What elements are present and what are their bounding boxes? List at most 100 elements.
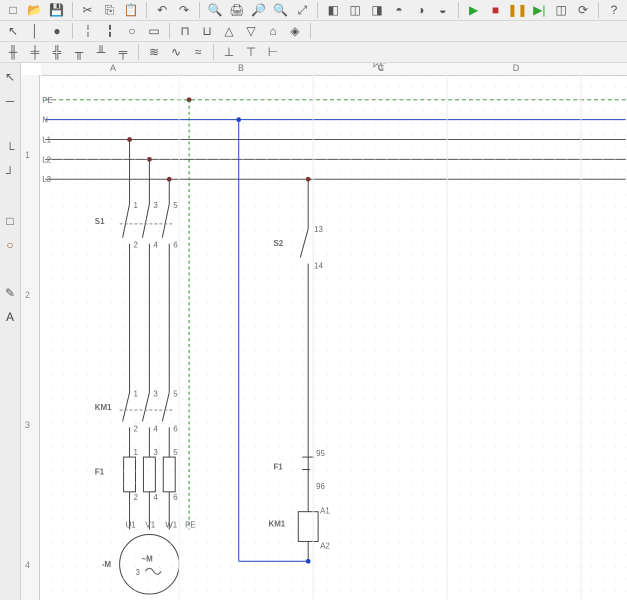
comp-c-icon[interactable]: △ [218, 21, 240, 41]
align-middle-icon[interactable]: ◑ [410, 0, 432, 20]
zoom-in-icon: 🔍 [207, 4, 222, 16]
toolbar-separator [146, 2, 147, 18]
sim-step-icon: ▶| [533, 4, 545, 16]
e8-icon[interactable]: ∿ [165, 42, 187, 62]
e1-icon: ╫ [9, 46, 18, 58]
help-icon[interactable]: ? [603, 0, 625, 20]
e1-icon[interactable]: ╫ [2, 42, 24, 62]
e7-icon[interactable]: ≋ [143, 42, 165, 62]
contact-nc-icon[interactable]: ╏ [99, 21, 121, 41]
sim-config-icon: ◫ [556, 4, 567, 16]
align-left-icon: ◧ [328, 4, 339, 16]
comp-e-icon[interactable]: ⌂ [262, 21, 284, 41]
e5-icon[interactable]: ╨ [90, 42, 112, 62]
text-tool-icon[interactable]: A [0, 307, 21, 327]
e2-icon: ╪ [31, 46, 40, 58]
contact-no-icon: ╎ [84, 25, 91, 37]
zoom-fit-icon: ⤢ [298, 4, 308, 16]
align-right-icon[interactable]: ◨ [366, 0, 388, 20]
new-file-icon[interactable]: □ [2, 0, 24, 20]
open-file-icon[interactable]: 📂 [24, 0, 46, 20]
row-header: 4 [25, 560, 30, 570]
relay-icon[interactable]: ▭ [143, 21, 165, 41]
comp-b-icon[interactable]: ⊔ [196, 21, 218, 41]
toolbar-separator [169, 23, 170, 39]
row-header: 3 [25, 420, 30, 430]
copy-icon[interactable]: ⎘ [99, 0, 121, 20]
cut-icon: ✂ [83, 4, 93, 16]
sim-reset-icon[interactable]: ⟳ [572, 0, 594, 20]
pointer-icon[interactable]: ↖ [2, 21, 24, 41]
redo-icon: ↷ [179, 4, 189, 16]
draw-tool-icon[interactable]: ✎ [0, 283, 21, 303]
print-icon: 🖨 [229, 4, 244, 16]
sim-play-icon[interactable]: ▶ [463, 0, 485, 20]
align-center-icon: ◫ [350, 4, 361, 16]
sim-stop-icon[interactable]: ■ [485, 0, 507, 20]
zoom-fit-icon[interactable]: ⤢ [292, 0, 314, 20]
e11-icon[interactable]: ⊤ [240, 42, 262, 62]
contact-nc-icon: ╏ [106, 25, 113, 37]
redo-icon[interactable]: ↷ [173, 0, 195, 20]
wire-icon[interactable]: │ [24, 21, 46, 41]
row-header: 2 [25, 290, 30, 300]
save-icon: 💾 [49, 4, 64, 16]
e8-icon: ∿ [171, 46, 181, 58]
undo-icon[interactable]: ↶ [151, 0, 173, 20]
junction-icon[interactable]: ● [46, 21, 68, 41]
align-top-icon: ◓ [395, 4, 402, 16]
align-top-icon[interactable]: ◓ [388, 0, 410, 20]
align-center-icon[interactable]: ◫ [344, 0, 366, 20]
side-toolbar: ↖ ─ └ ┘ □ ○ ✎ A [0, 63, 21, 600]
circle-tool-icon[interactable]: ○ [0, 235, 21, 255]
coil-icon[interactable]: ○ [121, 21, 143, 41]
e10-icon[interactable]: ⊥ [218, 42, 240, 62]
e9-icon: ≈ [195, 46, 202, 58]
select-tool-icon[interactable]: ↖ [0, 67, 21, 87]
paste-icon[interactable]: 📋 [120, 0, 142, 20]
toolbar-separator [213, 44, 214, 60]
toolbar-components: ↖ │ ● ╎ ╏ ○ ▭ ⊓⊔△▽ ⌂ ◈ [0, 21, 627, 42]
e4-icon[interactable]: ╥ [68, 42, 90, 62]
e2-icon[interactable]: ╪ [24, 42, 46, 62]
zoom-in-icon[interactable]: 🔍 [204, 0, 226, 20]
align-bottom-icon[interactable]: ◒ [432, 0, 454, 20]
e9-icon[interactable]: ≈ [187, 42, 209, 62]
line-tool-icon[interactable]: ─ [0, 91, 21, 111]
comp-d-icon[interactable]: ▽ [240, 21, 262, 41]
coil-icon: ○ [128, 25, 135, 37]
comp-f-icon[interactable]: ◈ [284, 21, 306, 41]
cut-icon[interactable]: ✂ [77, 0, 99, 20]
comp-e-icon: ⌂ [269, 25, 276, 37]
e7-icon: ≋ [149, 46, 159, 58]
rect-tool-icon[interactable]: □ [0, 211, 21, 231]
save-icon[interactable]: 💾 [46, 0, 68, 20]
e6-icon[interactable]: ╤ [112, 42, 134, 62]
sim-pause-icon: ❚❚ [507, 4, 527, 16]
align-right-icon: ◨ [371, 4, 382, 16]
sim-step-icon[interactable]: ▶| [528, 0, 550, 20]
drawing-area[interactable]: ABCDE 1234 PENL1L2L3121212U1343434V15656… [21, 63, 627, 600]
e3-icon[interactable]: ╬ [46, 42, 68, 62]
contact-no-icon[interactable]: ╎ [77, 21, 99, 41]
e12-icon[interactable]: ⊢ [262, 42, 284, 62]
sim-play-icon: ▶ [469, 4, 478, 16]
align-bottom-icon: ◒ [439, 4, 446, 16]
spacer-icon[interactable] [315, 21, 337, 41]
zoom-out-icon[interactable]: 🔍 [270, 0, 292, 20]
e3-icon: ╬ [53, 46, 62, 58]
wire-icon: │ [31, 25, 39, 37]
open-file-icon: 📂 [27, 4, 42, 16]
corner-tool-icon[interactable]: └ [0, 139, 21, 159]
corner-b-tool-icon[interactable]: ┘ [0, 163, 21, 183]
find-icon[interactable]: 🔎 [248, 0, 270, 20]
sim-config-icon[interactable]: ◫ [550, 0, 572, 20]
print-icon[interactable]: 🖨 [226, 0, 248, 20]
e10-icon: ⊥ [224, 46, 234, 58]
e5-icon: ╨ [97, 46, 106, 58]
sim-pause-icon[interactable]: ❚❚ [506, 0, 528, 20]
toolbar-separator [458, 2, 459, 18]
align-left-icon[interactable]: ◧ [322, 0, 344, 20]
comp-a-icon[interactable]: ⊓ [174, 21, 196, 41]
spacer3 [0, 259, 21, 279]
